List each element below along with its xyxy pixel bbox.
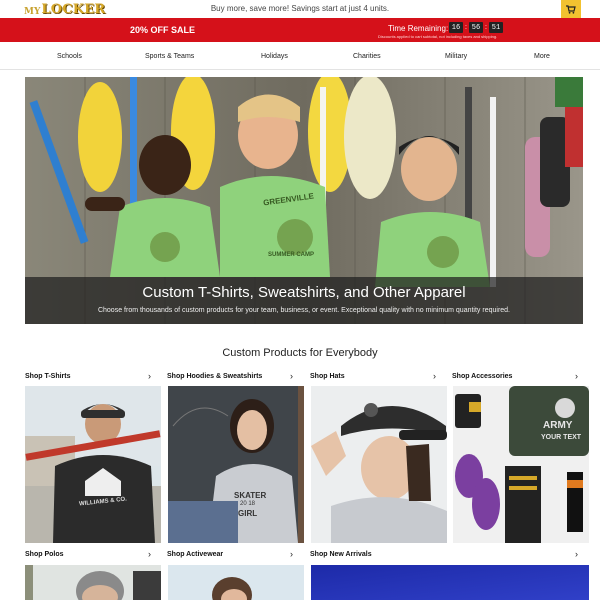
tile-tshirts[interactable]: WILLIAMS & CO. — [25, 386, 161, 543]
cart-icon — [566, 4, 576, 14]
chevron-right-icon[interactable]: › — [575, 549, 578, 559]
accessories-image — [453, 386, 589, 543]
category-label-activewear[interactable]: Shop Activewear — [167, 551, 223, 558]
army-text-line1: ARMY — [543, 420, 573, 431]
timer-hours: 16 — [449, 22, 463, 33]
hero-subtitle: Choose from thousands of custom products… — [97, 307, 511, 314]
timer-seconds: 51 — [489, 22, 503, 33]
chevron-right-icon[interactable]: › — [433, 371, 436, 381]
chevron-right-icon[interactable]: › — [290, 371, 293, 381]
category-label-hats[interactable]: Shop Hats — [310, 373, 345, 380]
category-label-new-arrivals[interactable]: Shop New Arrivals — [310, 551, 372, 558]
tile-activewear[interactable] — [168, 565, 304, 600]
sale-title: 20% OFF SALE — [130, 25, 196, 35]
chevron-right-icon[interactable]: › — [148, 371, 151, 381]
tshirts-image — [25, 386, 161, 543]
category-label-hoodies[interactable]: Shop Hoodies & Sweatshirts — [167, 373, 262, 380]
category-label-accessories[interactable]: Shop Accessories — [452, 373, 512, 380]
hoodie-text-line1: SKATER — [234, 491, 267, 500]
countdown-timer: 16 : 56 : 51 — [449, 22, 503, 33]
category-label-tshirts[interactable]: Shop T-Shirts — [25, 373, 71, 380]
timer-minutes: 56 — [469, 22, 483, 33]
hats-image — [311, 386, 447, 543]
tile-accessories[interactable]: ARMY YOUR TEXT — [453, 386, 589, 543]
hoodies-image — [168, 386, 304, 543]
promo-text: Buy more, save more! Savings start at ju… — [210, 4, 390, 13]
polos-image — [25, 565, 161, 600]
hoodie-text-line3: GIRL — [238, 509, 258, 518]
shirt-text-bottom: SUMMER CAMP — [268, 252, 314, 258]
activewear-image — [168, 565, 304, 600]
nav-item-schools[interactable]: Schools — [57, 53, 82, 60]
section-title: Custom Products for Everybody — [222, 347, 378, 359]
cart-button[interactable] — [561, 0, 581, 18]
nav-item-holidays[interactable]: Holidays — [261, 53, 288, 60]
timer-label: Time Remaining: — [388, 24, 449, 33]
sale-bar: 20% OFF SALE Time Remaining: 16 : 56 : 5… — [0, 18, 600, 42]
tile-hats[interactable] — [311, 386, 447, 543]
tile-hoodies[interactable]: SKATER 20 18 GIRL — [168, 386, 304, 543]
main-nav: Schools Sports & Teams Holidays Charitie… — [0, 42, 600, 70]
tile-new-arrivals[interactable] — [311, 565, 589, 600]
category-label-polos[interactable]: Shop Polos — [25, 551, 64, 558]
new-arrivals-image — [311, 565, 589, 600]
timer-note: Discounts applied to cart subtotal, not … — [378, 34, 498, 39]
nav-item-military[interactable]: Military — [445, 53, 467, 60]
nav-item-charities[interactable]: Charities — [353, 53, 381, 60]
chevron-right-icon[interactable]: › — [575, 371, 578, 381]
chevron-right-icon[interactable]: › — [290, 549, 293, 559]
nav-item-more[interactable]: More — [534, 53, 550, 60]
hero-caption: Custom T-Shirts, Sweatshirts, and Other … — [25, 277, 583, 324]
hoodie-text-line2: 20 18 — [240, 501, 256, 507]
tile-polos[interactable] — [25, 565, 161, 600]
nav-item-sports-teams[interactable]: Sports & Teams — [145, 53, 194, 60]
top-bar: MY LOCKER Buy more, save more! Savings s… — [0, 0, 600, 18]
army-text-line2: YOUR TEXT — [541, 434, 582, 441]
chevron-right-icon[interactable]: › — [148, 549, 151, 559]
hero-title: Custom T-Shirts, Sweatshirts, and Other … — [142, 284, 466, 301]
hero-banner[interactable]: GREENVILLE SUMMER CAMP Custom T-Shirts, … — [25, 77, 583, 324]
